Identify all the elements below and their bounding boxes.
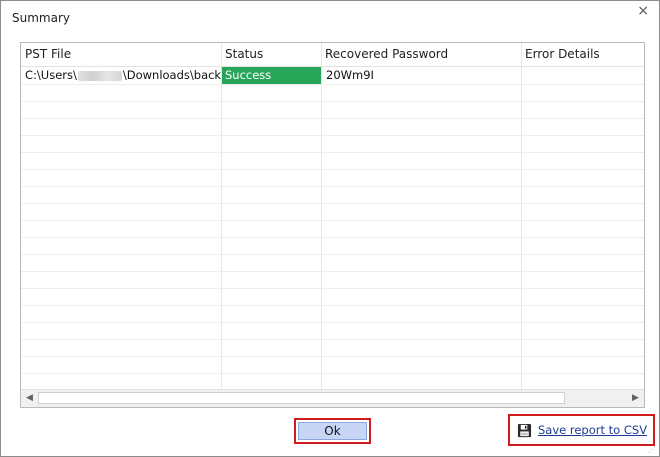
row-separator bbox=[21, 118, 644, 119]
row-separator bbox=[21, 101, 644, 102]
summary-dialog: Summary × PST File Status Recovered Pass… bbox=[0, 0, 660, 457]
dialog-title: Summary bbox=[12, 11, 70, 25]
row-separator bbox=[21, 237, 644, 238]
scroll-left-icon[interactable]: ◀ bbox=[21, 390, 38, 407]
resize-grip-icon[interactable]: ⋰ bbox=[648, 446, 656, 454]
row-separator bbox=[21, 203, 644, 204]
recovered-password-cell: 20Wm9I bbox=[326, 68, 374, 82]
status-badge: Success bbox=[222, 67, 321, 84]
row-separator bbox=[21, 152, 644, 153]
save-report-to-csv-link[interactable]: Save report to CSV bbox=[538, 423, 647, 437]
row-separator bbox=[21, 373, 644, 374]
row-separator bbox=[21, 169, 644, 170]
pst-path-prefix: C:\Users\ bbox=[25, 68, 77, 82]
floppy-disk-icon[interactable] bbox=[517, 423, 532, 438]
column-header-recovered-password[interactable]: Recovered Password bbox=[321, 43, 521, 66]
row-separator bbox=[21, 271, 644, 272]
summary-table: PST File Status Recovered Password Error… bbox=[20, 42, 645, 408]
row-separator bbox=[21, 220, 644, 221]
row-separator bbox=[21, 339, 644, 340]
column-header-error-details[interactable]: Error Details bbox=[521, 43, 644, 66]
row-separator bbox=[21, 288, 644, 289]
row-separator bbox=[21, 254, 644, 255]
row-separator bbox=[21, 322, 644, 323]
row-separator bbox=[21, 135, 644, 136]
redacted-username bbox=[77, 70, 122, 81]
error-details-cell bbox=[522, 67, 644, 84]
row-separator bbox=[21, 305, 644, 306]
table-header: PST File Status Recovered Password Error… bbox=[21, 43, 644, 67]
save-report-highlight: Save report to CSV bbox=[508, 414, 655, 446]
column-divider bbox=[521, 43, 522, 389]
scrollbar-thumb[interactable] bbox=[38, 392, 565, 404]
row-separator bbox=[21, 356, 644, 357]
column-header-status[interactable]: Status bbox=[221, 43, 321, 66]
scroll-right-icon[interactable]: ▶ bbox=[627, 390, 644, 407]
pst-path-suffix: \Downloads\backu... bbox=[122, 68, 221, 82]
ok-button[interactable]: Ok bbox=[298, 422, 367, 440]
column-divider bbox=[221, 43, 222, 389]
close-icon[interactable]: × bbox=[637, 4, 649, 18]
row-separator bbox=[21, 84, 644, 85]
column-divider bbox=[321, 43, 322, 389]
ok-button-highlight: Ok bbox=[294, 418, 371, 444]
horizontal-scrollbar[interactable]: ◀ ▶ bbox=[21, 389, 644, 407]
pst-file-cell: C:\Users\ \Downloads\backu... bbox=[21, 67, 221, 84]
column-header-pst-file[interactable]: PST File bbox=[21, 43, 221, 66]
row-separator bbox=[21, 186, 644, 187]
